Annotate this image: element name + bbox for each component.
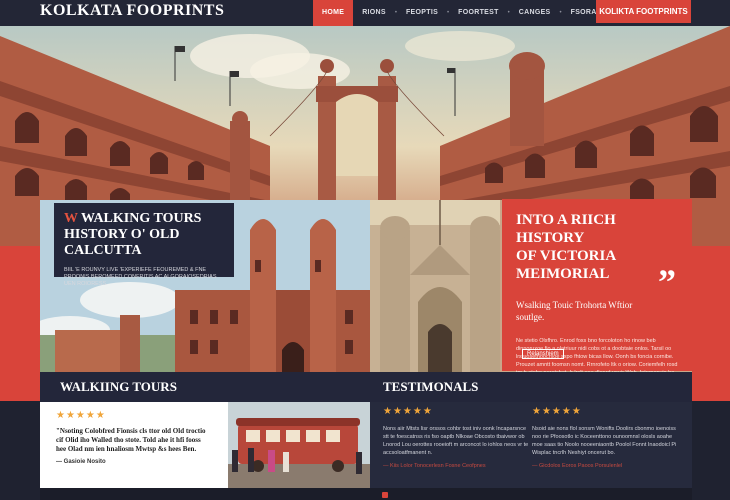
testimonial-text: Nsoid aie nons flol sonsm Wonifts Doolir…: [532, 426, 677, 456]
walking-tours-description: BIIL 'E ROUNVY LIVE 'EXPERIEFE FEOUREMED…: [64, 267, 217, 287]
testimonial-card: ★★★★★ Nons aiir Mtsts lisr orssos cohbr …: [383, 402, 533, 473]
star-rating-icon: ★★★★★: [532, 406, 582, 417]
menu-item-canges[interactable]: CANGES: [510, 0, 560, 26]
testimonial-author: — Kiis Lolor Tonocerlesn Fosne Ceofpnes: [383, 463, 486, 469]
walking-tours-heading: WALKIING TOURS: [40, 372, 370, 402]
walking-review-card: ★★★★★ "Nsoting Colobfred Fionsis cls tto…: [40, 402, 228, 488]
scroll-indicator-icon[interactable]: [382, 492, 388, 498]
victoria-subtitle: Wsalking Touic Trohorta Wftior soutlge.: [516, 300, 633, 322]
menu-item-rions[interactable]: RIONS: [353, 0, 395, 26]
main-menu: HOME RIONS • FEOPTIS • FOORTEST • CANGES…: [313, 0, 630, 26]
menu-item-foortest[interactable]: FOORTEST: [449, 0, 508, 26]
menu-item-home[interactable]: HOME: [313, 0, 354, 26]
tram-illustration: [228, 402, 370, 488]
victoria-memorial-card: INTO A RIICH HISTORY OF VICTORIA MEIMORI…: [502, 199, 692, 384]
quote-mark-icon: ”: [658, 262, 676, 302]
walking-title-line2: HISTORY O' OLD CALCUTTA: [64, 227, 180, 258]
footer-bar: [40, 488, 692, 500]
star-rating-icon: ★★★★★: [383, 406, 433, 417]
testimonial-author: — Gicdolos Eoros Paoos Porsulenlel: [532, 463, 623, 469]
walking-tours-title: W WALKING TOURS HISTORY O' OLD CALCUTTA: [64, 211, 224, 259]
side-accent-left: [0, 246, 40, 401]
victoria-title-line2: OF VICTORIA MEIMORIAL: [516, 248, 616, 282]
victoria-title-line1: INTO A RIICH HISTORY: [516, 212, 616, 246]
testimonial-card: ★★★★★ Nsoid aie nons flol sonsm Wonifts …: [532, 402, 682, 473]
testimonials-area: ★★★★★ Nons aiir Mtsts lisr orssos cohbr …: [370, 402, 692, 488]
side-accent-right: [690, 246, 730, 401]
walking-tours-card[interactable]: W WALKING TOURS HISTORY O' OLD CALCUTTA …: [54, 203, 234, 287]
cta-button[interactable]: KOLIKTA FOOTPRINTS: [596, 0, 691, 23]
read-more-button[interactable]: Relanshiem: [522, 349, 564, 359]
walking-title-line1: WALKING TOURS: [81, 211, 202, 226]
walking-marker: W: [64, 211, 78, 226]
site-logo[interactable]: KOLKATA FOOPRINTS: [40, 2, 224, 20]
walking-review-text: "Nsoting Colobfred Fionsis cls ttor old …: [56, 427, 206, 453]
testimonials-heading: TESTIMONALS: [370, 372, 692, 402]
top-nav: KOLKATA FOOPRINTS HOME RIONS • FEOPTIS •…: [0, 0, 730, 26]
star-rating-icon: ★★★★★: [56, 410, 106, 421]
testimonial-text: Nons aiir Mtsts lisr orssos cohbr tost i…: [383, 426, 529, 456]
walking-review-author: — Gasioie Nosito: [56, 459, 106, 465]
tram-photo: [228, 402, 370, 488]
menu-item-feoptis[interactable]: FEOPTIS: [397, 0, 447, 26]
victoria-title: INTO A RIICH HISTORY OF VICTORIA MEIMORI…: [516, 211, 678, 283]
